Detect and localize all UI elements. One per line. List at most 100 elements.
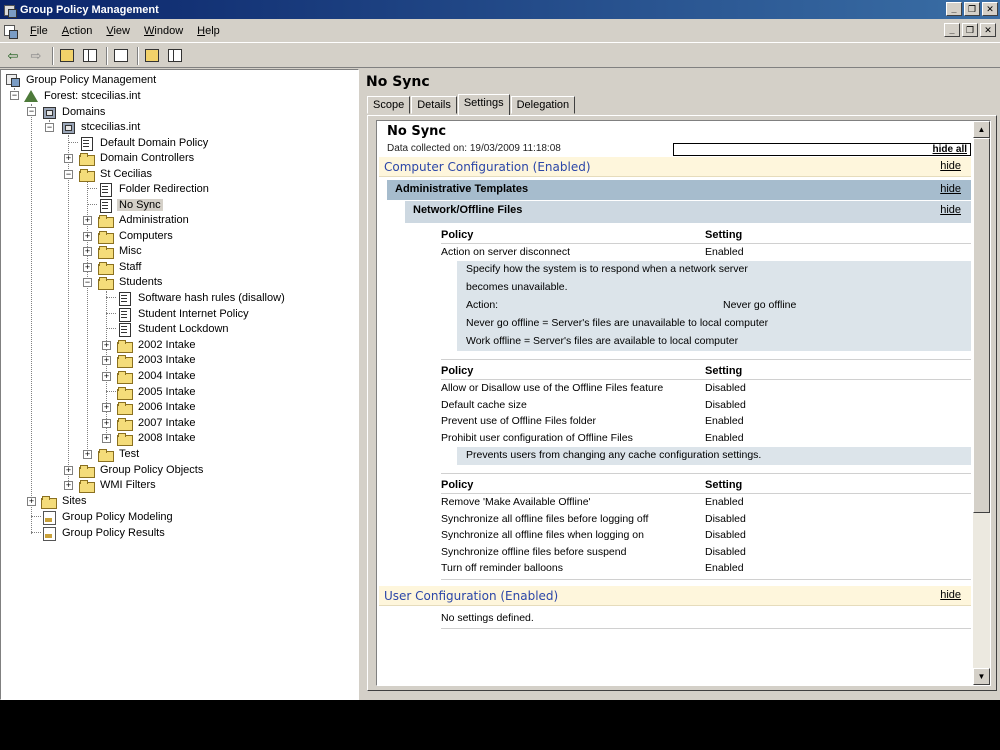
tab-details[interactable]: Details <box>411 96 457 114</box>
hide-link[interactable]: hide <box>940 589 961 601</box>
tree-line <box>31 104 32 504</box>
mdi-minimize-button[interactable]: _ <box>944 23 960 37</box>
expand-icon[interactable]: + <box>102 356 111 365</box>
expand-icon[interactable]: + <box>83 232 92 241</box>
hide-link[interactable]: hide <box>940 160 961 172</box>
tree-node-intake[interactable]: 2004 Intake <box>117 368 198 384</box>
table-row: Prohibit user configuration of Offline F… <box>441 431 971 447</box>
tree-node-domain[interactable]: stcecilias.int <box>60 119 142 134</box>
tree-node-sites[interactable]: Sites <box>41 493 88 509</box>
policy-name: Action on server disconnect <box>441 246 570 258</box>
forward-arrow-icon[interactable]: ⇨ <box>26 46 46 66</box>
show-hide-tree-icon[interactable] <box>80 46 100 66</box>
tree-node-intake[interactable]: 2007 Intake <box>117 415 198 431</box>
collapse-icon[interactable]: − <box>27 107 36 116</box>
tree-node-no-sync[interactable]: No Sync <box>98 197 163 213</box>
tree-node-intake[interactable]: 2002 Intake <box>117 337 198 353</box>
expand-icon[interactable]: + <box>83 450 92 459</box>
console-tree[interactable]: Group Policy Management − Forest: stceci… <box>0 69 359 700</box>
expand-icon[interactable]: + <box>102 372 111 381</box>
tree-node-default-domain-policy[interactable]: Default Domain Policy <box>79 135 210 151</box>
tree-node-misc[interactable]: Misc <box>98 243 144 259</box>
tree-line <box>31 516 41 517</box>
document-menu-icon[interactable] <box>3 23 19 39</box>
toolbar-separator <box>106 46 108 65</box>
modeling-icon <box>41 510 57 525</box>
hide-link[interactable]: hide <box>940 204 961 216</box>
scroll-thumb[interactable] <box>973 138 990 513</box>
collapse-icon[interactable]: − <box>64 170 73 179</box>
tree-line <box>106 391 116 392</box>
expand-icon[interactable]: + <box>27 497 36 506</box>
collapse-icon[interactable]: − <box>45 123 54 132</box>
tree-node-intake[interactable]: 2005 Intake <box>117 384 198 400</box>
title-bar[interactable]: Group Policy Management _ ❐ ✕ <box>0 0 1000 19</box>
hide-all-link[interactable]: hide all <box>673 143 971 156</box>
mdi-restore-button[interactable]: ❐ <box>962 23 978 37</box>
up-folder-icon[interactable] <box>57 46 77 66</box>
tree-node-students[interactable]: Students <box>98 274 164 290</box>
tree-node-folder-redirection[interactable]: Folder Redirection <box>98 181 211 197</box>
scroll-up-button[interactable]: ▲ <box>973 121 990 138</box>
tree-node-modeling[interactable]: Group Policy Modeling <box>41 509 175 525</box>
setting-column-header: Setting <box>705 479 743 491</box>
expand-icon[interactable]: + <box>83 263 92 272</box>
minimize-button[interactable]: _ <box>946 2 962 16</box>
tree-node-intake[interactable]: 2003 Intake <box>117 352 198 368</box>
table-row: Remove 'Make Available Offline' Enabled <box>441 495 971 511</box>
help-icon[interactable] <box>142 46 162 66</box>
tree-node-software-hash-rules[interactable]: Software hash rules (disallow) <box>117 290 287 306</box>
expand-icon[interactable]: + <box>83 247 92 256</box>
tree-node-wmi-filters[interactable]: WMI Filters <box>79 477 158 493</box>
menu-file[interactable]: File <box>23 25 55 37</box>
tree-node-intake[interactable]: 2008 Intake <box>117 430 198 446</box>
tree-node-administration[interactable]: Administration <box>98 212 191 228</box>
tree-node-student-internet-policy[interactable]: Student Internet Policy <box>117 306 251 322</box>
expand-icon[interactable]: + <box>102 434 111 443</box>
tree-node-results[interactable]: Group Policy Results <box>41 525 167 541</box>
properties-icon[interactable] <box>165 46 185 66</box>
tree-node-root[interactable]: Group Policy Management <box>5 72 158 87</box>
tree-node-forest[interactable]: Forest: stcecilias.int <box>23 88 143 103</box>
menu-window[interactable]: Window <box>137 25 190 37</box>
tab-settings[interactable]: Settings <box>457 94 510 115</box>
expand-icon[interactable]: + <box>102 341 111 350</box>
refresh-icon[interactable] <box>111 46 131 66</box>
tab-scope[interactable]: Scope <box>367 96 411 114</box>
mdi-close-button[interactable]: ✕ <box>980 23 996 37</box>
tree-node-test[interactable]: Test <box>98 446 141 462</box>
expand-icon[interactable]: + <box>83 216 92 225</box>
scroll-down-button[interactable]: ▼ <box>973 668 990 685</box>
hide-link[interactable]: hide <box>940 183 961 195</box>
tree-line <box>31 504 32 534</box>
tree-node-group-policy-objects[interactable]: Group Policy Objects <box>79 462 205 478</box>
menu-help[interactable]: Help <box>190 25 227 37</box>
expand-icon[interactable]: + <box>64 466 73 475</box>
policy-setting: Disabled <box>705 382 746 394</box>
restore-button[interactable]: ❐ <box>964 2 980 16</box>
domain-icon <box>60 120 76 134</box>
tab-delegation[interactable]: Delegation <box>510 96 576 114</box>
menu-action[interactable]: Action <box>55 25 100 37</box>
section-heading: User Configuration (Enabled) <box>384 589 559 603</box>
close-button[interactable]: ✕ <box>982 2 998 16</box>
expand-icon[interactable]: + <box>64 481 73 490</box>
tree-node-student-lockdown[interactable]: Student Lockdown <box>117 321 231 337</box>
window-title: Group Policy Management <box>20 3 159 16</box>
collapse-icon[interactable]: − <box>10 91 19 100</box>
gpmc-app-icon[interactable] <box>3 3 17 18</box>
expand-icon[interactable]: + <box>102 419 111 428</box>
collapse-icon[interactable]: − <box>83 278 92 287</box>
tree-node-domains[interactable]: Domains <box>41 104 107 119</box>
expand-icon[interactable]: + <box>102 403 111 412</box>
menu-view[interactable]: View <box>99 25 137 37</box>
tree-node-computers[interactable]: Computers <box>98 228 175 244</box>
expand-icon[interactable]: + <box>64 154 73 163</box>
vertical-scrollbar[interactable]: ▲ ▼ <box>973 121 990 685</box>
tree-node-domain-controllers[interactable]: Domain Controllers <box>79 150 196 166</box>
tree-node-intake[interactable]: 2006 Intake <box>117 399 198 415</box>
explain-label: Action: <box>466 299 499 311</box>
tree-node-st-cecilias[interactable]: St Cecilias <box>79 166 154 182</box>
back-arrow-icon[interactable]: ⇦ <box>3 46 23 66</box>
tree-node-staff[interactable]: Staff <box>98 259 143 275</box>
